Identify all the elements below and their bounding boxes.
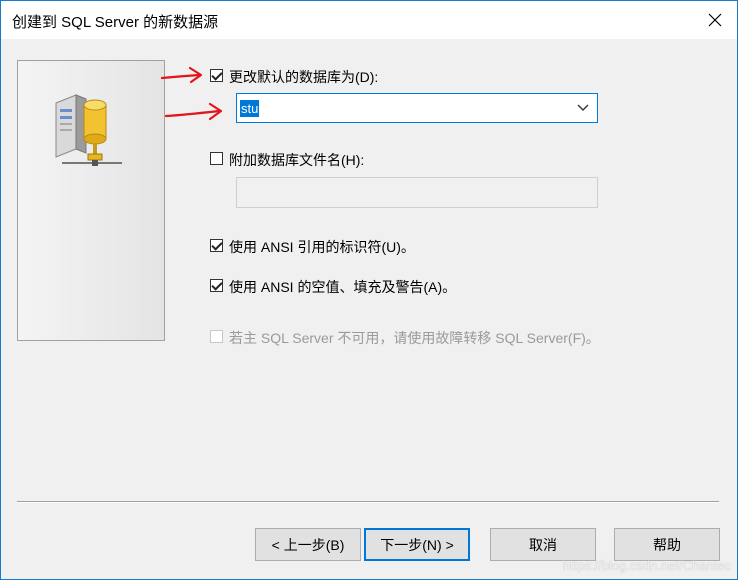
watermark: https://blog.csdn.net/Chantec: [562, 558, 731, 573]
attach-db-file-checkbox[interactable]: [210, 152, 223, 165]
ansi-nulls-label: 使用 ANSI 的空值、填充及警告(A)。: [229, 279, 457, 295]
database-server-icon: [55, 94, 122, 166]
dialog-window: 创建到 SQL Server 的新数据源 更改默认的数据库为(D): stu 附…: [0, 0, 738, 580]
ansi-quoted-label: 使用 ANSI 引用的标识符(U)。: [229, 239, 415, 255]
ansi-nulls-checkbox[interactable]: [210, 279, 223, 292]
chevron-down-icon[interactable]: [577, 104, 589, 112]
change-default-db-label: 更改默认的数据库为(D):: [229, 69, 379, 85]
footer-separator: [17, 501, 719, 503]
red-arrow-annotation: [164, 102, 223, 121]
change-default-db-checkbox[interactable]: [210, 69, 223, 82]
red-arrow-annotation: [160, 66, 203, 84]
default-db-combobox[interactable]: stu: [236, 93, 598, 123]
wizard-image-panel: [17, 60, 165, 341]
default-db-value: stu: [240, 100, 260, 117]
close-button[interactable]: [693, 1, 737, 39]
failover-checkbox: [210, 330, 223, 343]
next-button[interactable]: 下一步(N) >: [364, 528, 470, 561]
window-title: 创建到 SQL Server 的新数据源: [12, 14, 219, 31]
back-button[interactable]: < 上一步(B): [255, 528, 361, 561]
help-button[interactable]: 帮助: [614, 528, 720, 561]
ansi-quoted-checkbox[interactable]: [210, 239, 223, 252]
cancel-button[interactable]: 取消: [490, 528, 596, 561]
attach-db-file-input: [236, 177, 598, 208]
failover-label: 若主 SQL Server 不可用，请使用故障转移 SQL Server(F)。: [229, 330, 600, 346]
attach-db-file-label: 附加数据库文件名(H):: [229, 152, 365, 168]
title-bar: 创建到 SQL Server 的新数据源: [1, 1, 737, 39]
close-icon: [708, 13, 722, 27]
